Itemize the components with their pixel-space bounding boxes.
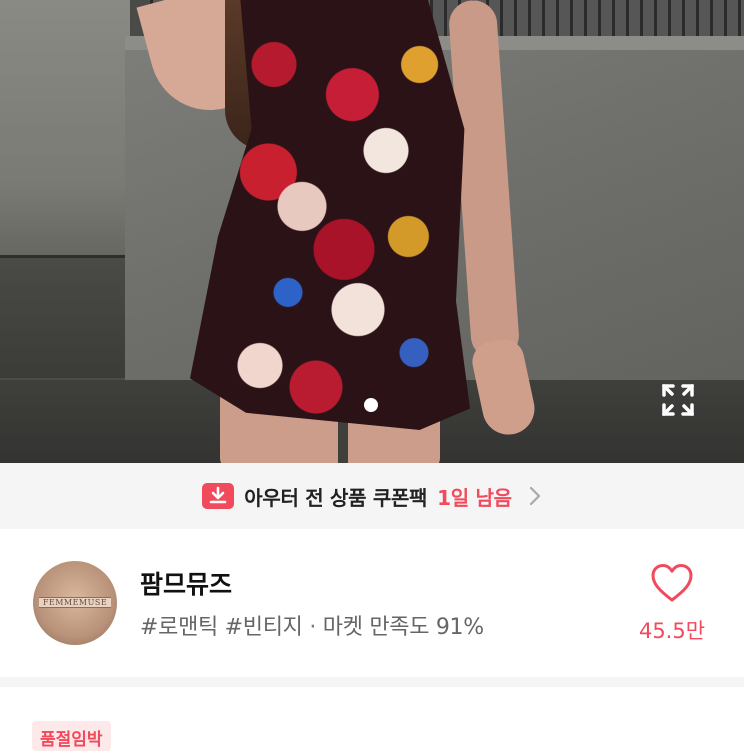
chevron-right-icon [529, 486, 540, 506]
coupon-banner-content: 아우터 전 상품 쿠폰팩 1일 남음 [202, 482, 541, 511]
like-count: 45.5만 [638, 619, 706, 643]
download-coupon-icon [202, 483, 235, 509]
wall-block [0, 255, 130, 378]
tag-vintage[interactable]: #빈티지 [225, 615, 303, 640]
tag-separator: · [309, 615, 317, 640]
expand-icon [662, 384, 694, 416]
coupon-remaining-time: 1일 남음 [437, 485, 512, 510]
shop-tags: #로맨틱 #빈티지 · 마켓 만족도 91% [140, 609, 484, 641]
tag-romantic[interactable]: #로맨틱 [140, 615, 218, 640]
shop-info: FEMMEMUSE 팜므뮤즈 #로맨틱 #빈티지 · 마켓 만족도 91% 45… [0, 529, 744, 677]
coupon-title: 아우터 전 상품 쿠폰팩 [244, 485, 428, 510]
like-button[interactable]: 45.5만 [630, 563, 714, 653]
shop-avatar[interactable]: FEMMEMUSE [33, 561, 117, 645]
slide-indicator-dot [364, 398, 378, 412]
product-photo[interactable] [0, 0, 744, 463]
heart-icon [651, 564, 693, 602]
coupon-banner[interactable]: 아우터 전 상품 쿠폰팩 1일 남음 [0, 463, 744, 529]
market-satisfaction: 마켓 만족도 91% [322, 615, 484, 640]
section-divider [0, 677, 744, 687]
fullscreen-button[interactable] [660, 382, 696, 418]
shop-avatar-logo-text: FEMMEMUSE [39, 597, 111, 608]
status-badge: 품절임박 [32, 721, 111, 751]
shop-name[interactable]: 팜므뮤즈 [140, 565, 232, 601]
